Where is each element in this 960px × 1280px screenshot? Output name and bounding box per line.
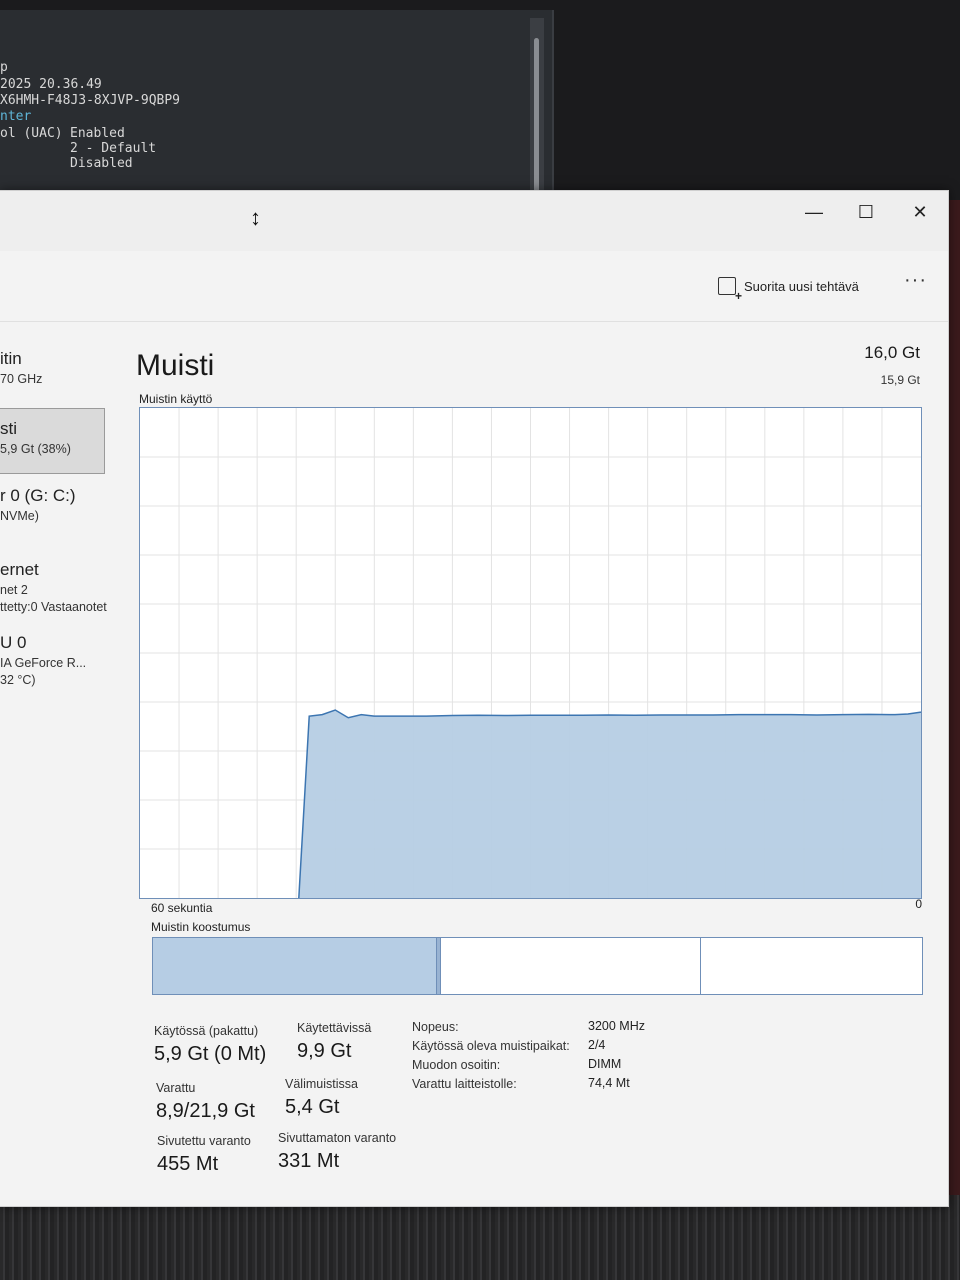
stat-cached: Välimuistissa 5,4 Gt xyxy=(285,1077,358,1119)
scroll-thumb[interactable] xyxy=(534,38,539,198)
x-axis-start-label: 60 sekuntia xyxy=(151,901,213,915)
memory-usage-graph xyxy=(139,407,922,899)
new-task-icon xyxy=(718,277,742,303)
sidebar-item-disk[interactable]: r 0 (G: C:) NVMe) xyxy=(0,486,110,523)
stat-label: Välimuistissa xyxy=(285,1077,358,1091)
sidebar-item-gpu[interactable]: U 0 IA GeForce R... 32 °C) xyxy=(0,633,110,687)
detail-value: 2/4 xyxy=(588,1038,606,1052)
sidebar-item-sub: ttetty:0 Vastaanotet xyxy=(0,600,107,614)
terminal-line: nter xyxy=(0,109,32,124)
stat-label: Käytössä (pakattu) xyxy=(154,1024,259,1038)
composition-free xyxy=(701,938,917,994)
stat-value: 455 Mt xyxy=(157,1153,219,1175)
background-edge xyxy=(948,200,960,1200)
memory-usage-chart xyxy=(140,408,922,899)
terminal-line: X6HMH-F48J3-8XJVP-9QBP9 xyxy=(0,93,181,108)
x-axis-end-label: 0 xyxy=(915,897,922,911)
stat-label: Sivutettu varanto xyxy=(157,1134,251,1148)
close-button[interactable]: ✕ xyxy=(900,197,940,227)
sidebar-item-name: ernet xyxy=(0,560,39,579)
sidebar-item-sub: 70 GHz xyxy=(0,372,43,386)
detail-value: DIMM xyxy=(588,1057,622,1071)
detail-key: Varattu laitteistolle: xyxy=(412,1077,517,1091)
stat-value: 8,9/21,9 Gt xyxy=(156,1100,255,1122)
stat-label: Varattu xyxy=(156,1081,196,1095)
stat-value: 9,9 Gt xyxy=(297,1040,352,1062)
sidebar-item-name: r 0 (G: C:) xyxy=(0,486,76,505)
stat-available: Käytettävissä 9,9 Gt xyxy=(297,1021,371,1063)
minimize-button[interactable]: — xyxy=(794,197,834,227)
sidebar-item-memory[interactable]: sti 5,9 Gt (38%) xyxy=(0,408,105,474)
run-new-task-label: Suorita uusi tehtävä xyxy=(744,278,859,294)
stat-value: 331 Mt xyxy=(278,1150,340,1172)
terminal-uac-value: Enabled xyxy=(70,126,125,141)
terminal-line: ol (UAC) xyxy=(0,126,63,141)
graph-max-label: 15,9 Gt xyxy=(880,373,920,387)
sidebar-item-ethernet[interactable]: ernet net 2 ttetty:0 Vastaanotet xyxy=(0,560,110,614)
stat-paged-pool: Sivutettu varanto 455 Mt xyxy=(157,1134,251,1176)
composition-in-use xyxy=(153,938,437,994)
terminal-line: p xyxy=(0,60,8,75)
maximize-button[interactable]: ☐ xyxy=(846,197,886,227)
stat-label: Käytettävissä xyxy=(297,1021,372,1035)
composition-label: Muistin koostumus xyxy=(151,920,251,934)
stat-value: 5,4 Gt xyxy=(285,1096,340,1118)
background-terminal: p 2025 20.36.49 X6HMH-F48J3-8XJVP-9QBP9 … xyxy=(0,10,554,210)
usage-area xyxy=(298,710,921,898)
memory-composition-bar xyxy=(152,937,923,995)
composition-standby xyxy=(441,938,701,994)
stat-label: Sivuttamaton varanto xyxy=(278,1131,397,1145)
detail-value: 74,4 Mt xyxy=(588,1076,630,1090)
usage-graph-label: Muistin käyttö xyxy=(139,392,213,406)
sidebar-item-sub: 32 °C) xyxy=(0,673,36,687)
detail-key: Käytössä oleva muistipaikat: xyxy=(412,1039,570,1053)
desk-surface xyxy=(0,1195,960,1280)
stat-value: 5,9 Gt (0 Mt) xyxy=(154,1043,267,1065)
toolbar: Suorita uusi tehtävä ··· xyxy=(0,251,948,322)
resize-cursor-icon: ↕ xyxy=(250,205,261,230)
terminal-uac-value: 2 - Default xyxy=(70,141,157,156)
sidebar-item-sub: NVMe) xyxy=(0,509,39,523)
stat-nonpaged-pool: Sivuttamaton varanto 331 Mt xyxy=(278,1131,396,1173)
page-title: Muisti xyxy=(136,349,215,382)
detail-key: Muodon osoitin: xyxy=(412,1058,501,1072)
more-options-button[interactable]: ··· xyxy=(904,269,927,292)
stat-in-use: Käytössä (pakattu) 5,9 Gt (0 Mt) xyxy=(154,1024,266,1066)
terminal-uac-value: Disabled xyxy=(70,156,133,171)
title-bar[interactable]: ↕ — ☐ ✕ xyxy=(0,191,948,251)
sidebar-item-name: U 0 xyxy=(0,633,27,652)
sidebar-item-name: sti xyxy=(0,419,17,438)
detail-key: Nopeus: xyxy=(412,1020,459,1034)
stat-committed: Varattu 8,9/21,9 Gt xyxy=(156,1081,255,1123)
detail-value: 3200 MHz xyxy=(588,1019,645,1033)
sidebar-item-name: itin xyxy=(0,349,22,368)
sidebar-item-sub: net 2 xyxy=(0,583,28,597)
sidebar-item-sub: IA GeForce R... xyxy=(0,656,87,670)
run-new-task-button[interactable]: Suorita uusi tehtävä xyxy=(718,277,859,303)
terminal-line: 2025 20.36.49 xyxy=(0,77,102,92)
sidebar-item-sub: 5,9 Gt (38%) xyxy=(0,442,71,456)
total-memory: 16,0 Gt xyxy=(864,343,920,362)
sidebar-item-cpu[interactable]: itin 70 GHz xyxy=(0,349,110,386)
terminal-scrollbar[interactable] xyxy=(530,18,544,210)
task-manager-window: ↕ — ☐ ✕ Suorita uusi tehtävä ··· itin 70… xyxy=(0,190,949,1207)
